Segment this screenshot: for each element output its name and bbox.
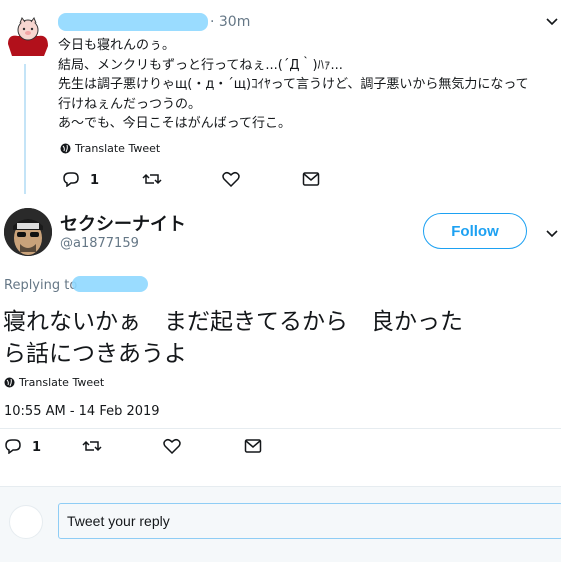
redacted-parent-name	[58, 13, 208, 31]
parent-line-4: 行けねぇんだっつうの。	[58, 96, 202, 112]
dm-icon[interactable]	[302, 171, 320, 187]
like-icon[interactable]	[222, 171, 240, 187]
dm-icon[interactable]	[244, 438, 262, 454]
parent-translate-link[interactable]: Translate Tweet	[60, 142, 160, 155]
parent-avatar[interactable]	[4, 14, 50, 60]
reply-input[interactable]: Tweet your reply	[58, 503, 561, 539]
replying-to-label: Replying to	[4, 278, 78, 293]
translate-label: Translate Tweet	[75, 142, 161, 155]
author-handle[interactable]: @a1877159	[60, 236, 139, 251]
redacted-replying-handle	[72, 276, 148, 292]
retweet-icon[interactable]	[142, 171, 162, 187]
parent-line-2: 結局、メンクリもずっと行ってねぇ...(´Д｀)ﾊｧ...	[58, 57, 343, 73]
reply-icon[interactable]	[62, 171, 80, 187]
main-reply-count: 1	[32, 440, 42, 455]
like-icon[interactable]	[163, 438, 181, 454]
chevron-down-icon[interactable]	[545, 14, 559, 28]
reply-icon[interactable]	[4, 438, 22, 454]
globe-icon	[60, 143, 71, 154]
follow-button[interactable]: Follow	[423, 213, 527, 249]
parent-time[interactable]: · 30m	[210, 14, 250, 30]
tweet-timestamp[interactable]: 10:55 AM - 14 Feb 2019	[4, 404, 160, 419]
retweet-icon[interactable]	[82, 438, 102, 454]
reply-placeholder: Tweet your reply	[67, 513, 170, 529]
author-avatar[interactable]	[4, 208, 52, 256]
parent-line-3: 先生は調子悪けりゃщ(・д・´щ)ｺｲﾔって言うけど、調子悪いから無気力になって	[58, 77, 529, 92]
globe-icon	[4, 377, 15, 388]
user-avatar	[9, 505, 43, 539]
author-display-name[interactable]: セクシーナイト	[60, 210, 186, 236]
main-translate-link[interactable]: Translate Tweet	[4, 376, 104, 389]
main-tweet-text: 寝れないかぁ まだ起きてるから 良かった ら話につきあうよ	[3, 306, 463, 370]
parent-reply-count: 1	[90, 173, 100, 188]
main-text-line-1: 寝れないかぁ まだ起きてるから 良かった	[3, 309, 463, 335]
divider	[0, 428, 561, 429]
chevron-down-icon[interactable]	[545, 226, 559, 240]
translate-label: Translate Tweet	[19, 376, 105, 389]
thread-line	[24, 64, 26, 194]
parent-line-5: あ〜でも、今日こそはがんばって行こ。	[58, 116, 291, 131]
main-text-line-2: ら話につきあうよ	[3, 341, 187, 367]
parent-tweet-text: 今日も寝れんのぅ。 結局、メンクリもずっと行ってねぇ...(´Д｀)ﾊｧ... …	[58, 36, 529, 134]
parent-line-1: 今日も寝れんのぅ。	[58, 38, 176, 53]
